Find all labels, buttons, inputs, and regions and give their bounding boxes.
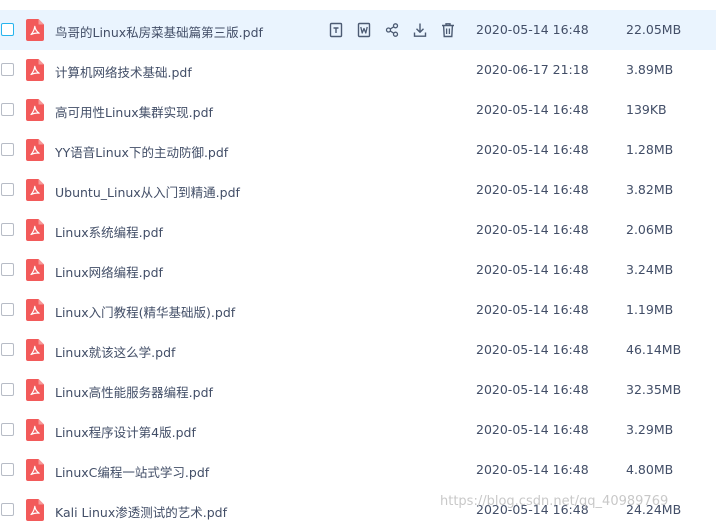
delete-icon[interactable] [441, 22, 455, 38]
pdf-file-icon [26, 179, 44, 201]
modified-date: 2020-06-17 21:18 [476, 62, 589, 77]
download-icon[interactable] [413, 22, 427, 38]
file-size: 1.28MB [626, 142, 674, 157]
row-checkbox[interactable] [1, 423, 14, 436]
file-name[interactable]: Linux入门教程(精华基础版).pdf [55, 302, 235, 321]
row-checkbox[interactable] [1, 503, 14, 516]
file-row[interactable]: Linux程序设计第4版.pdf 2020-05-14 16:48 3.29MB [0, 410, 716, 450]
file-size: 139KB [626, 102, 667, 117]
file-name[interactable]: Linux就该这么学.pdf [55, 342, 175, 361]
file-size: 1.19MB [626, 302, 674, 317]
file-row[interactable]: LinuxC编程一站式学习.pdf 2020-05-14 16:48 4.80MB [0, 450, 716, 490]
file-list: 鸟哥的Linux私房菜基础篇第三版.pdf 2020-05-14 16:48 22.… [0, 10, 720, 530]
word-convert-icon[interactable] [357, 22, 371, 38]
preview-icon[interactable] [329, 22, 343, 38]
pdf-file-icon [26, 379, 44, 401]
file-row[interactable]: 计算机网络技术基础.pdf 2020-06-17 21:18 3.89MB [0, 50, 716, 90]
watermark: https://blog.csdn.net/qq_40989769 [440, 494, 669, 509]
row-checkbox[interactable] [1, 183, 14, 196]
file-row[interactable]: Ubuntu_Linux从入门到精通.pdf 2020-05-14 16:48 3.… [0, 170, 716, 210]
pdf-file-icon [26, 499, 44, 521]
file-name[interactable]: Ubuntu_Linux从入门到精通.pdf [55, 182, 240, 201]
file-name[interactable]: 高可用性Linux集群实现.pdf [55, 102, 213, 121]
file-row[interactable]: Linux网络编程.pdf 2020-05-14 16:48 3.24MB [0, 250, 716, 290]
file-name[interactable]: YY语音Linux下的主动防御.pdf [55, 142, 228, 161]
row-checkbox[interactable] [1, 303, 14, 316]
pdf-file-icon [26, 419, 44, 441]
file-size: 3.82MB [626, 182, 674, 197]
file-size: 32.35MB [626, 382, 682, 397]
file-name[interactable]: Linux网络编程.pdf [55, 262, 163, 281]
row-checkbox[interactable] [1, 143, 14, 156]
file-name[interactable]: Linux高性能服务器编程.pdf [55, 382, 213, 401]
pdf-file-icon [26, 19, 44, 41]
file-row[interactable]: Linux就该这么学.pdf 2020-05-14 16:48 46.14MB [0, 330, 716, 370]
file-size: 2.06MB [626, 222, 674, 237]
file-name[interactable]: Linux程序设计第4版.pdf [55, 422, 196, 441]
file-size: 46.14MB [626, 342, 682, 357]
pdf-file-icon [26, 59, 44, 81]
file-name[interactable]: Kali Linux渗透测试的艺术.pdf [55, 502, 227, 521]
file-row[interactable]: Linux高性能服务器编程.pdf 2020-05-14 16:48 32.35MB [0, 370, 716, 410]
modified-date: 2020-05-14 16:48 [476, 382, 589, 397]
row-checkbox[interactable] [1, 223, 14, 236]
pdf-file-icon [26, 99, 44, 121]
pdf-file-icon [26, 139, 44, 161]
modified-date: 2020-05-14 16:48 [476, 222, 589, 237]
modified-date: 2020-05-14 16:48 [476, 302, 589, 317]
file-name[interactable]: 计算机网络技术基础.pdf [55, 62, 192, 81]
modified-date: 2020-05-14 16:48 [476, 182, 589, 197]
modified-date: 2020-05-14 16:48 [476, 422, 589, 437]
row-checkbox[interactable] [1, 103, 14, 116]
pdf-file-icon [26, 259, 44, 281]
file-row[interactable]: YY语音Linux下的主动防御.pdf 2020-05-14 16:48 1.28M… [0, 130, 716, 170]
file-name[interactable]: 鸟哥的Linux私房菜基础篇第三版.pdf [55, 22, 263, 41]
file-row[interactable]: 鸟哥的Linux私房菜基础篇第三版.pdf 2020-05-14 16:48 22.… [0, 10, 716, 50]
file-row[interactable]: Linux系统编程.pdf 2020-05-14 16:48 2.06MB [0, 210, 716, 250]
pdf-file-icon [26, 299, 44, 321]
row-checkbox[interactable] [1, 463, 14, 476]
share-icon[interactable] [385, 22, 399, 38]
file-name[interactable]: Linux系统编程.pdf [55, 222, 163, 241]
modified-date: 2020-05-14 16:48 [476, 262, 589, 277]
file-size: 4.80MB [626, 462, 674, 477]
pdf-file-icon [26, 339, 44, 361]
modified-date: 2020-05-14 16:48 [476, 22, 589, 37]
row-checkbox[interactable] [1, 383, 14, 396]
row-checkbox[interactable] [1, 23, 14, 36]
pdf-file-icon [26, 219, 44, 241]
row-checkbox[interactable] [1, 343, 14, 356]
file-size: 3.89MB [626, 62, 674, 77]
file-row[interactable]: Linux入门教程(精华基础版).pdf 2020-05-14 16:48 1.19… [0, 290, 716, 330]
row-checkbox[interactable] [1, 263, 14, 276]
modified-date: 2020-05-14 16:48 [476, 342, 589, 357]
modified-date: 2020-05-14 16:48 [476, 142, 589, 157]
row-checkbox[interactable] [1, 63, 14, 76]
pdf-file-icon [26, 459, 44, 481]
file-size: 22.05MB [626, 22, 682, 37]
modified-date: 2020-05-14 16:48 [476, 462, 589, 477]
file-size: 3.24MB [626, 262, 674, 277]
file-name[interactable]: LinuxC编程一站式学习.pdf [55, 462, 209, 481]
file-row[interactable]: 高可用性Linux集群实现.pdf 2020-05-14 16:48 139KB [0, 90, 716, 130]
modified-date: 2020-05-14 16:48 [476, 102, 589, 117]
file-size: 3.29MB [626, 422, 674, 437]
